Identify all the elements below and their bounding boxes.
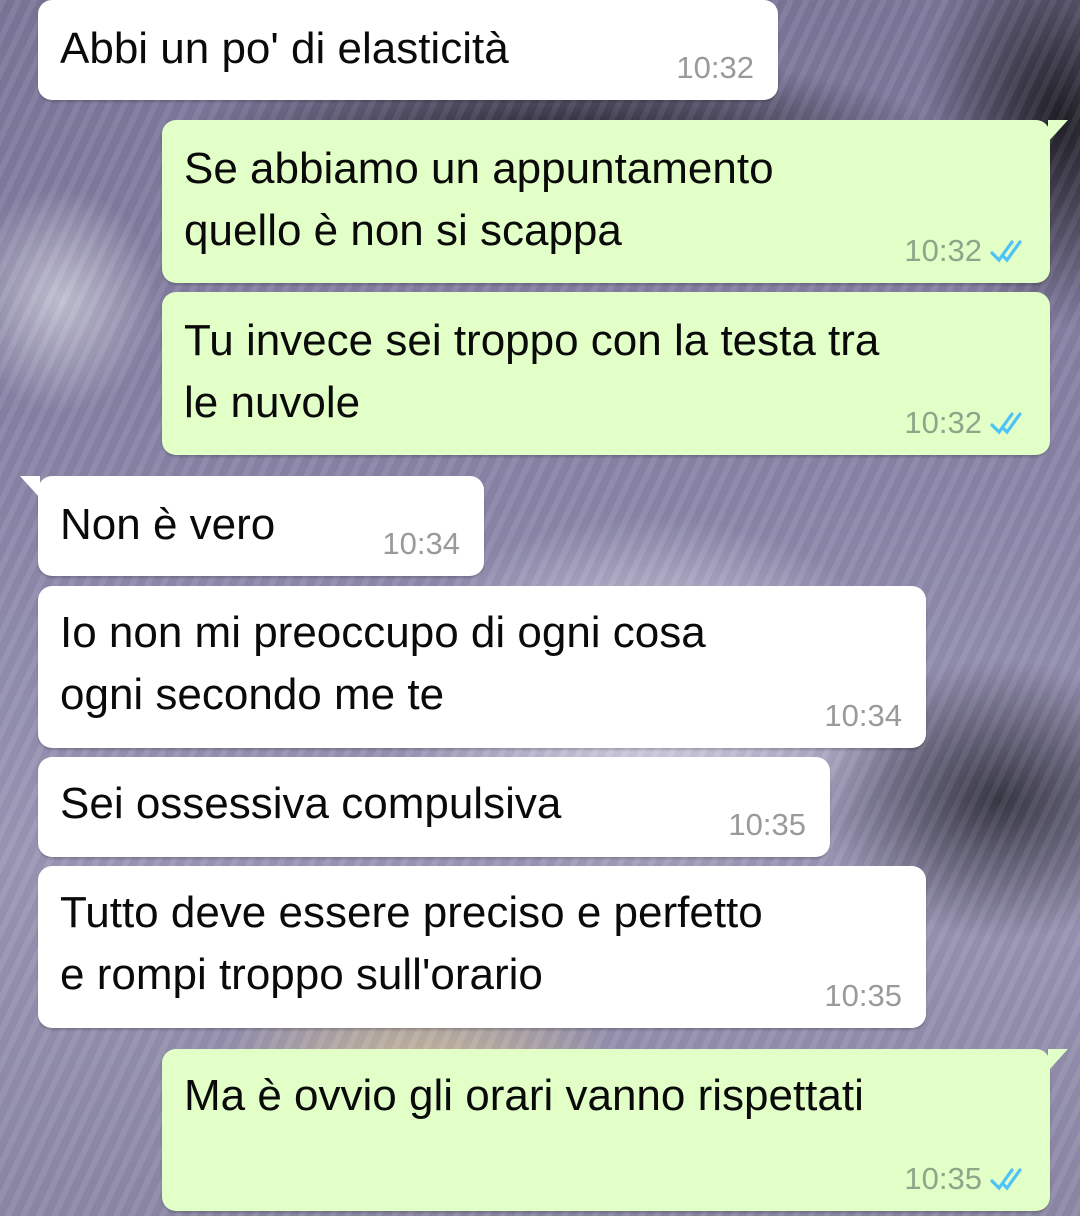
double-check-icon xyxy=(990,240,1022,263)
incoming-message[interactable]: Sei ossessiva compulsiva 10:35 xyxy=(38,757,830,857)
incoming-message[interactable]: Abbi un po' di elasticità 10:32 xyxy=(38,0,778,100)
double-check-icon xyxy=(990,1168,1022,1191)
message-text: Se abbiamo un appuntamento quello è non … xyxy=(184,138,1028,262)
message-text-line: Ma è ovvio gli orari vanno rispettati xyxy=(184,1071,864,1120)
message-meta: 10:35 xyxy=(728,807,806,843)
message-text-line: Io non mi preoccupo di ogni cosa xyxy=(60,608,706,657)
message-text: Sei ossessiva compulsiva xyxy=(60,773,808,835)
message-meta: 10:35 xyxy=(824,978,902,1014)
message-text: Abbi un po' di elasticità xyxy=(60,18,756,80)
message-time: 10:35 xyxy=(904,1161,982,1196)
message-meta: 10:34 xyxy=(824,698,902,734)
message-meta: 10:32 xyxy=(676,50,754,86)
message-text-line: Abbi un po' di elasticità xyxy=(60,24,509,73)
message-meta: 10:34 xyxy=(382,526,460,562)
incoming-message[interactable]: Io non mi preoccupo di ogni cosa ogni se… xyxy=(38,586,926,748)
incoming-message[interactable]: Non è vero 10:34 xyxy=(20,476,484,576)
message-text-line: Tu invece sei troppo con la testa tra xyxy=(184,316,880,365)
message-time: 10:32 xyxy=(904,233,982,268)
outgoing-message[interactable]: Ma è ovvio gli orari vanno rispettati 10… xyxy=(162,1049,1068,1211)
message-time: 10:35 xyxy=(824,978,902,1013)
message-text-line: ogni secondo me te xyxy=(60,670,445,719)
message-time: 10:32 xyxy=(904,405,982,440)
message-time: 10:34 xyxy=(824,698,902,733)
message-text-line: Sei ossessiva compulsiva xyxy=(60,779,562,828)
message-meta: 10:32 xyxy=(904,233,1030,269)
message-text: Ma è ovvio gli orari vanno rispettati xyxy=(184,1065,1028,1127)
double-check-icon xyxy=(990,412,1022,435)
message-time: 10:35 xyxy=(728,807,806,842)
message-text: Io non mi preoccupo di ogni cosa ogni se… xyxy=(60,602,904,726)
message-time: 10:32 xyxy=(676,50,754,85)
message-text: Tu invece sei troppo con la testa tra le… xyxy=(184,310,1028,434)
incoming-message[interactable]: Tutto deve essere preciso e perfetto e r… xyxy=(38,866,926,1028)
message-text-line: Se abbiamo un appuntamento xyxy=(184,144,774,193)
message-meta: 10:35 xyxy=(904,1161,1030,1197)
message-text-line: quello è non si scappa xyxy=(184,206,622,255)
message-text: Tutto deve essere preciso e perfetto e r… xyxy=(60,882,904,1006)
message-time: 10:34 xyxy=(382,526,460,561)
message-text-line: Tutto deve essere preciso e perfetto xyxy=(60,888,763,937)
message-meta: 10:32 xyxy=(904,405,1030,441)
message-text-line: le nuvole xyxy=(184,378,361,427)
outgoing-message[interactable]: Se abbiamo un appuntamento quello è non … xyxy=(162,120,1068,283)
outgoing-message[interactable]: Tu invece sei troppo con la testa tra le… xyxy=(162,292,1050,455)
message-text-line: e rompi troppo sull'orario xyxy=(60,950,543,999)
